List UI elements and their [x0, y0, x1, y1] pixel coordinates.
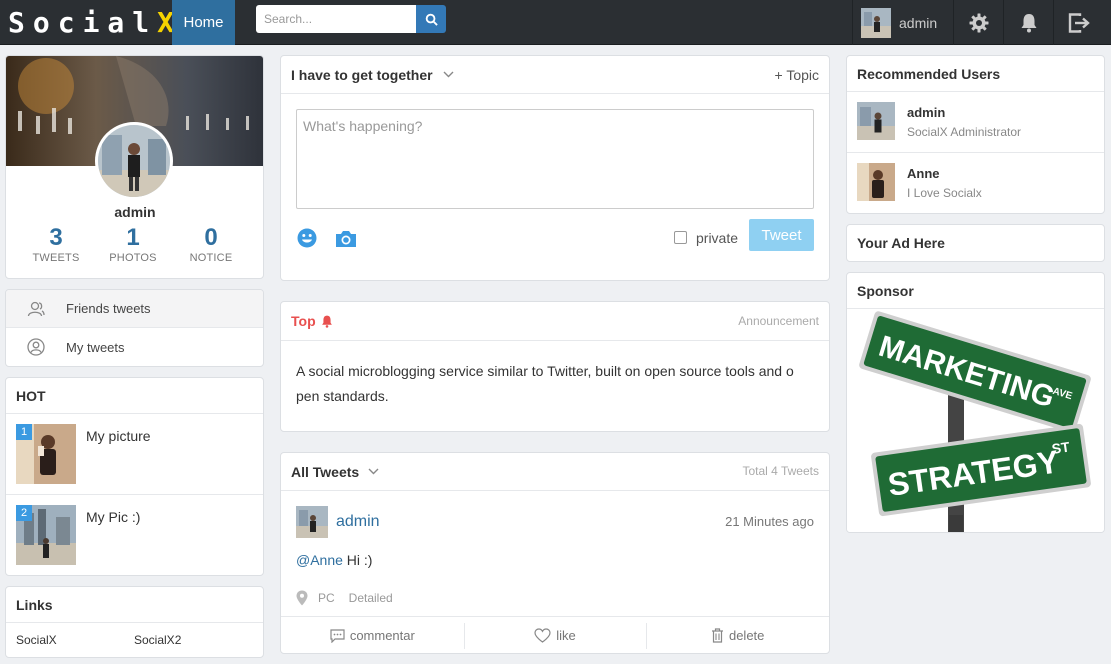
location-pin-icon — [296, 590, 308, 606]
tweet-actions: commentar like delete — [281, 616, 829, 653]
tweet-author-avatar[interactable] — [296, 506, 328, 538]
notice-stat[interactable]: 0 NOTICE — [176, 224, 246, 264]
hot-item-title[interactable]: My Pic :) — [86, 509, 140, 525]
logout-button[interactable] — [1054, 0, 1104, 45]
announcement-card: Top Announcement A social microblogging … — [280, 301, 830, 432]
notifications-button[interactable] — [1004, 0, 1054, 45]
hot-item[interactable]: 1 My picture — [6, 414, 263, 495]
recommended-users-card: Recommended Users admin SocialX Administ… — [846, 55, 1105, 214]
user-icon — [27, 338, 45, 356]
links-title: Links — [6, 587, 263, 623]
private-checkbox[interactable] — [674, 231, 687, 244]
announcement-title: Top — [291, 313, 316, 329]
search-input[interactable] — [256, 5, 416, 33]
profile-name[interactable]: admin — [6, 204, 263, 220]
menu-my-tweets[interactable]: My tweets — [6, 328, 263, 366]
hot-item[interactable]: 2 My Pic :) — [6, 495, 263, 575]
search-button[interactable] — [416, 5, 446, 33]
recommended-title: Recommended Users — [847, 56, 1104, 92]
hot-rank-badge: 1 — [16, 424, 32, 440]
link-socialx2[interactable]: SocialX2 — [134, 633, 252, 647]
link-socialx[interactable]: SocialX — [16, 633, 134, 647]
tweets-stat[interactable]: 3 TWEETS — [21, 224, 91, 264]
announcement-tag: Announcement — [738, 314, 819, 328]
chevron-down-icon — [368, 468, 379, 475]
top-navbar: SocialX Home admin — [0, 0, 1111, 45]
emoji-icon[interactable] — [297, 228, 317, 248]
tweet-body: @Anne Hi :) — [296, 552, 373, 568]
hot-item-title[interactable]: My picture — [86, 428, 151, 444]
hot-title: HOT — [6, 378, 263, 414]
search-icon — [425, 13, 438, 26]
tweets-total: Total 4 Tweets — [742, 464, 820, 478]
comment-icon — [330, 628, 345, 643]
tweets-filter-dropdown[interactable]: All Tweets — [291, 464, 379, 480]
camera-icon[interactable] — [335, 229, 357, 248]
hot-rank-badge: 2 — [16, 505, 32, 521]
users-icon — [27, 301, 45, 316]
recommended-user-avatar — [857, 163, 895, 201]
tweets-card: All Tweets Total 4 Tweets admin 21 Minut… — [280, 452, 830, 654]
sponsor-title: Sponsor — [847, 273, 1104, 309]
heart-icon — [534, 628, 551, 643]
comment-button[interactable]: commentar — [281, 617, 464, 653]
add-topic-button[interactable]: + Topic — [775, 67, 820, 83]
sponsor-card: Sponsor MARKETING AVE STRATEGY ST — [846, 272, 1105, 533]
tweet-meta: PC Detailed — [296, 590, 393, 606]
gear-icon — [969, 13, 988, 32]
socialx-logo[interactable]: SocialX — [8, 6, 182, 39]
ad-title[interactable]: Your Ad Here — [847, 225, 1104, 261]
chevron-down-icon — [443, 71, 454, 78]
like-button[interactable]: like — [463, 617, 647, 653]
links-card: Links SocialX SocialX2 — [5, 586, 264, 658]
user-avatar — [861, 7, 891, 38]
menu-friends-tweets[interactable]: Friends tweets — [6, 290, 263, 328]
nav-user-name: admin — [899, 14, 938, 31]
tweet-button[interactable]: Tweet — [749, 219, 814, 251]
nav-user-menu[interactable]: admin — [852, 0, 954, 45]
announcement-text: A social microblogging service similar t… — [296, 363, 794, 404]
logout-icon — [1068, 12, 1090, 33]
tweet-filter-menu: Friends tweets My tweets — [5, 289, 264, 367]
tweet-timestamp[interactable]: 21 Minutes ago — [725, 514, 814, 529]
profile-card: admin 3 TWEETS 1 PHOTOS 0 NOTICE — [5, 55, 264, 279]
recommended-user-avatar — [857, 102, 895, 140]
sponsor-banner-image[interactable]: MARKETING AVE STRATEGY ST — [847, 310, 1104, 532]
composer-card: I have to get together + Topic private T… — [280, 55, 830, 281]
tweet-textarea[interactable] — [296, 109, 814, 209]
tweet-author-name[interactable]: admin — [336, 513, 380, 531]
ad-card: Your Ad Here — [846, 224, 1105, 262]
sponsor-sign-bottom-suffix: ST — [1051, 438, 1071, 456]
profile-avatar[interactable] — [95, 122, 173, 200]
recommended-user[interactable]: admin SocialX Administrator — [847, 92, 1104, 153]
nav-home-link[interactable]: Home — [172, 0, 235, 45]
group-selector[interactable]: I have to get together — [291, 67, 454, 83]
recommended-user[interactable]: Anne I Love Socialx — [847, 153, 1104, 213]
tweet-source: PC — [318, 591, 335, 605]
delete-button[interactable]: delete — [646, 617, 829, 653]
settings-button[interactable] — [954, 0, 1004, 45]
tweet-detail-link[interactable]: Detailed — [349, 591, 393, 605]
bell-icon — [321, 315, 332, 328]
bell-icon — [1021, 13, 1036, 32]
trash-icon — [711, 628, 723, 643]
hot-card: HOT 1 My picture 2 My Pic :) — [5, 377, 264, 576]
tweet-mention[interactable]: @Anne — [296, 552, 343, 568]
photos-stat[interactable]: 1 PHOTOS — [98, 224, 168, 264]
private-label: private — [696, 230, 739, 246]
